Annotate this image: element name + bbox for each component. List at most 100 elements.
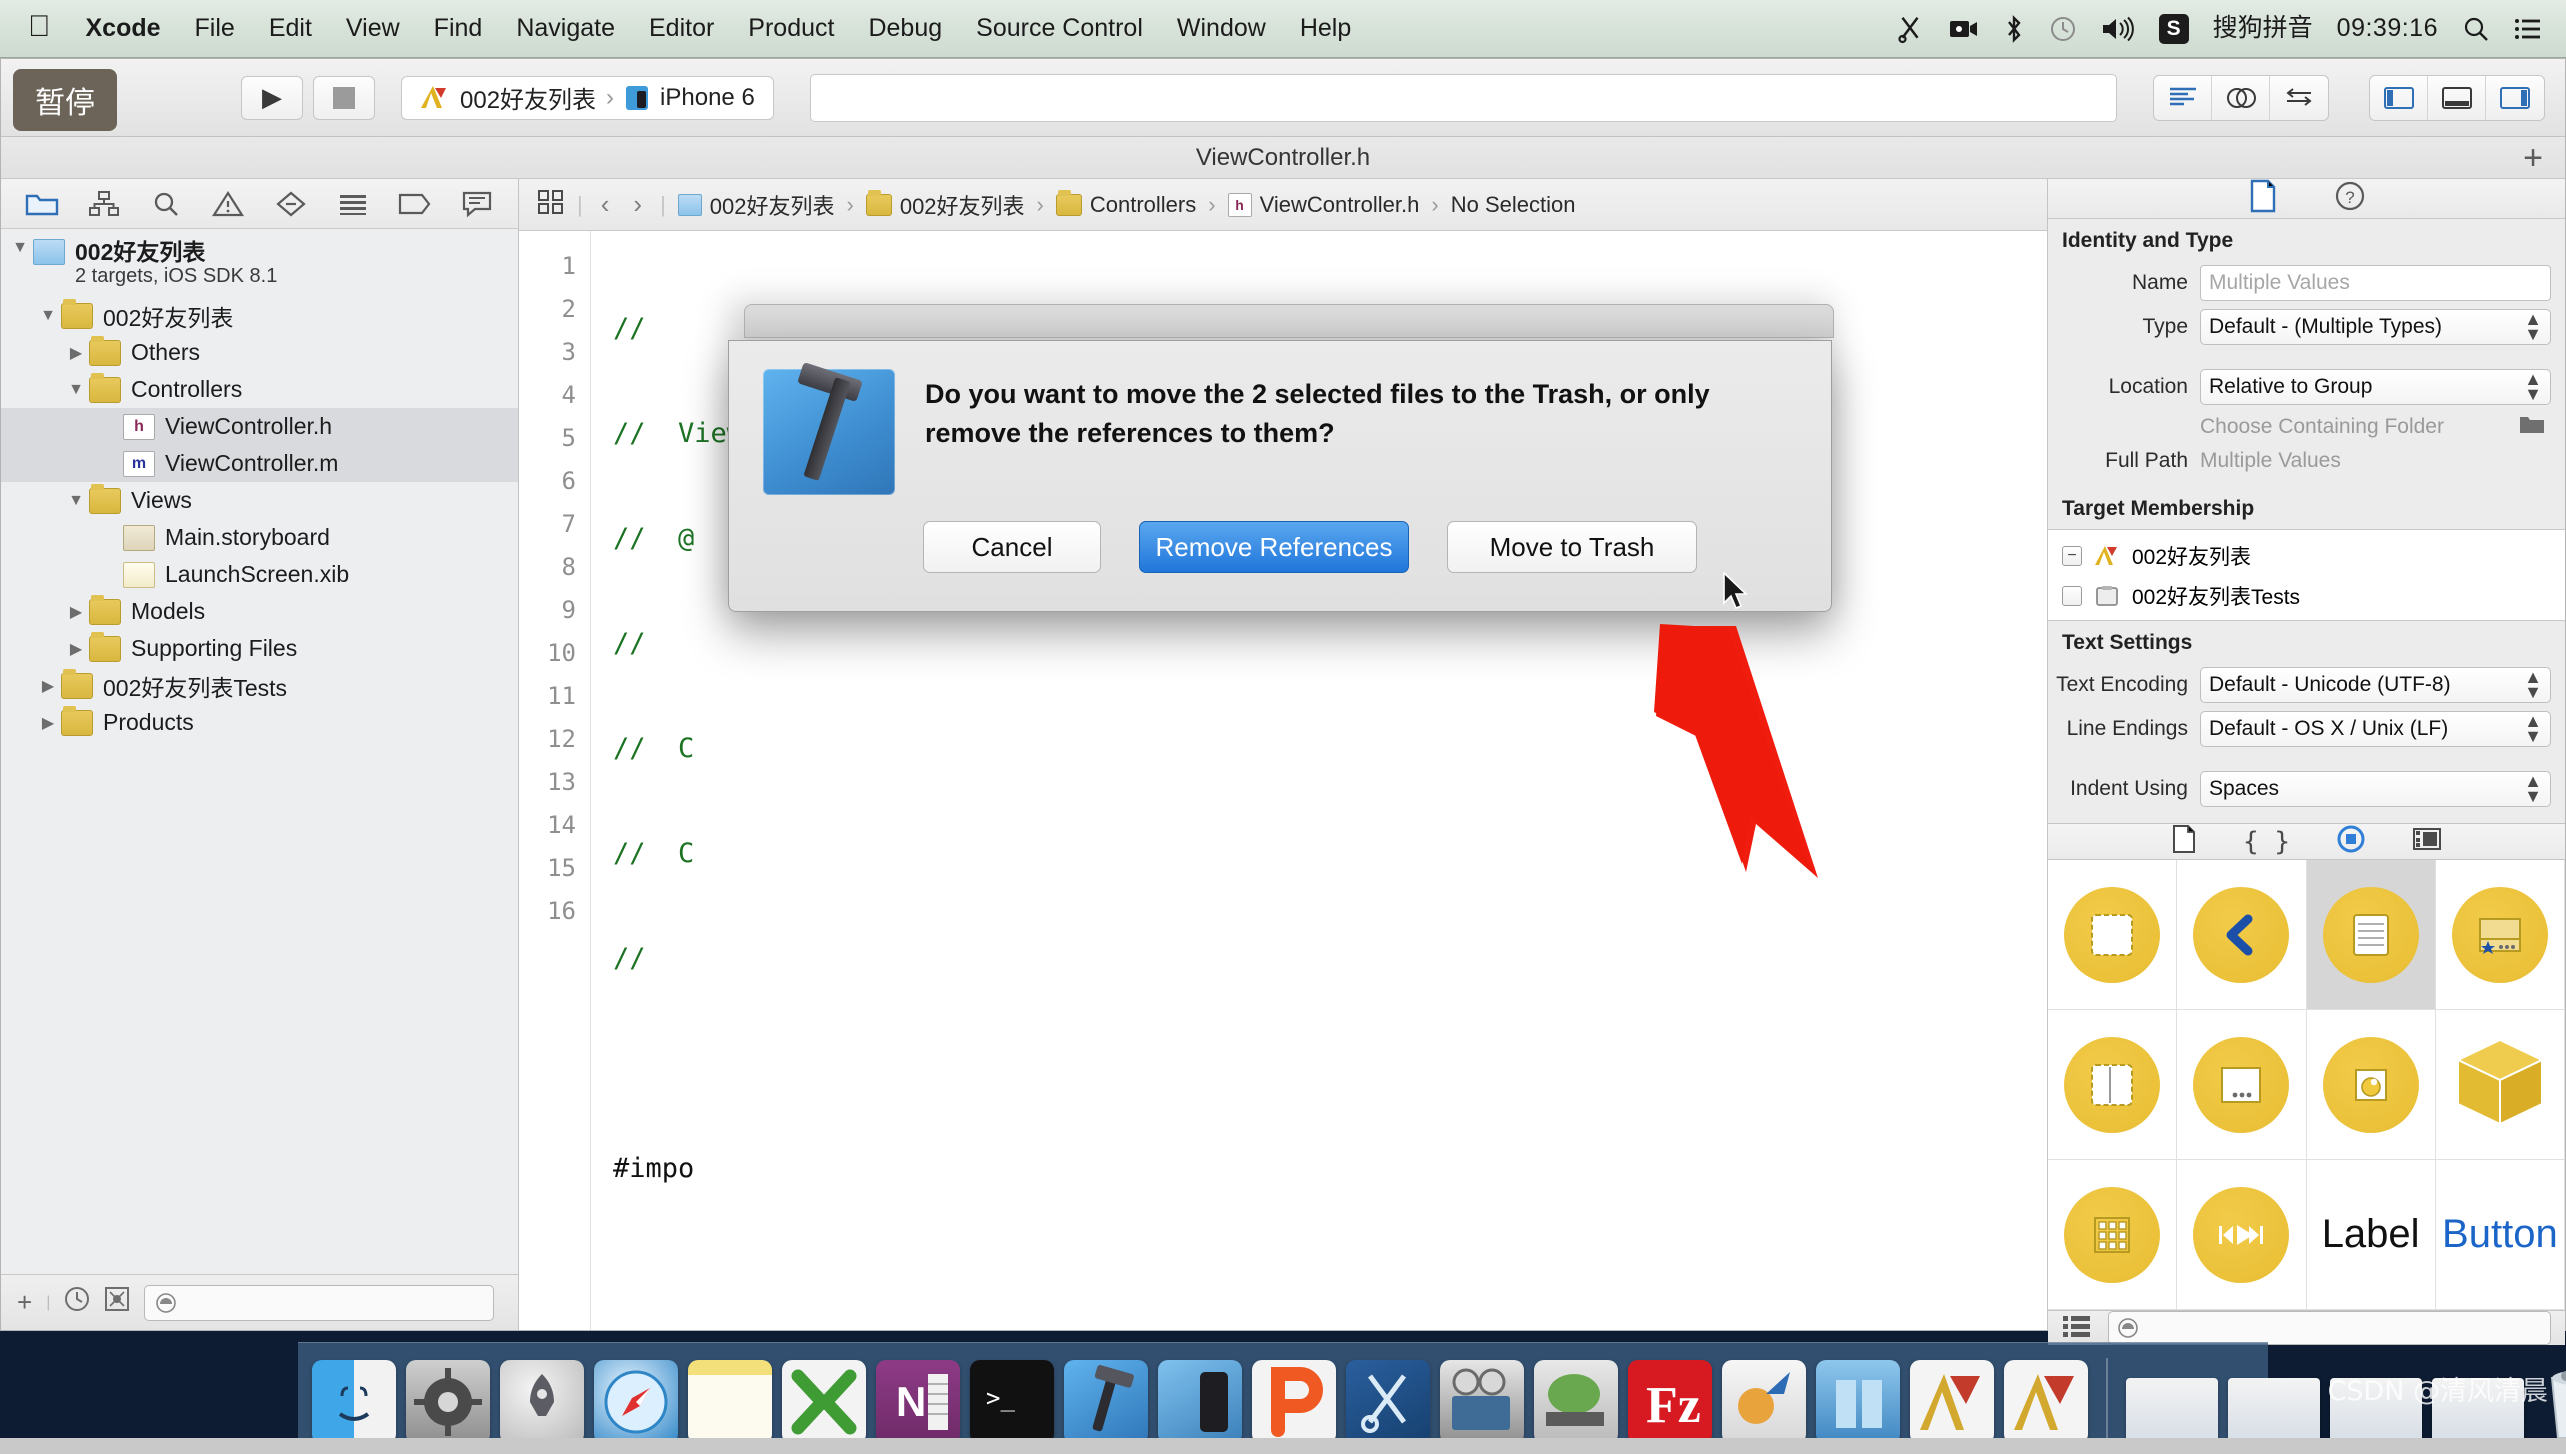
- tree-row-launchscreen-xib[interactable]: LaunchScreen.xib: [1, 556, 518, 593]
- scheme-selector[interactable]: 002好友列表 › iPhone 6: [401, 75, 774, 120]
- breadcrumb-controllers[interactable]: Controllers: [1055, 189, 1196, 218]
- toggle-utilities-icon[interactable]: [2486, 76, 2544, 120]
- scissors-icon[interactable]: [1895, 14, 1925, 44]
- object-library-icon[interactable]: [2336, 824, 2366, 859]
- dock-minimized-window-2[interactable]: [2228, 1378, 2320, 1444]
- standard-editor-icon[interactable]: [2154, 75, 2212, 120]
- library-item-table-view-cell[interactable]: [2435, 860, 2565, 1010]
- tree-row-viewcontroller-m[interactable]: m ViewController.m: [1, 445, 518, 482]
- symbol-navigator-icon[interactable]: [84, 187, 124, 221]
- find-navigator-icon[interactable]: [146, 187, 186, 221]
- disclosure-triangle-icon[interactable]: ▶: [63, 639, 89, 659]
- library-item-player[interactable]: [2177, 1160, 2307, 1310]
- dock-item-launchpad[interactable]: [500, 1360, 584, 1444]
- navigator-filter-input[interactable]: [144, 1284, 495, 1321]
- navigate-back-button[interactable]: ‹: [595, 189, 616, 220]
- menu-item-edit[interactable]: Edit: [252, 14, 329, 43]
- dock-item-notes[interactable]: [688, 1360, 772, 1444]
- input-method-label[interactable]: 搜狗拼音: [2213, 16, 2313, 41]
- stop-button[interactable]: [313, 75, 375, 120]
- add-file-button[interactable]: +: [17, 1287, 32, 1318]
- menu-item-navigate[interactable]: Navigate: [499, 14, 632, 43]
- cancel-button[interactable]: Cancel: [923, 521, 1101, 573]
- library-item-split-view[interactable]: [2048, 1010, 2178, 1160]
- related-files-icon[interactable]: [537, 189, 565, 221]
- library-search-input[interactable]: [2108, 1311, 2551, 1345]
- line-endings-select[interactable]: Default - OS X / Unix (LF) ▲ ▼: [2200, 711, 2551, 747]
- breadcrumb-file[interactable]: h ViewController.h: [1227, 192, 1419, 218]
- menu-item-view[interactable]: View: [329, 14, 417, 43]
- media-library-icon[interactable]: [2412, 826, 2442, 857]
- dock-item-xcode-beta[interactable]: [1910, 1360, 1994, 1444]
- apple-logo-icon[interactable]: : [14, 11, 69, 46]
- dock-item-safari[interactable]: [594, 1360, 678, 1444]
- volume-icon[interactable]: [2101, 16, 2135, 42]
- dock-item-ios-simulator[interactable]: [1158, 1360, 1242, 1444]
- dock-item-snipaste[interactable]: [1346, 1360, 1430, 1444]
- text-encoding-select[interactable]: Default - Unicode (UTF-8) ▲ ▼: [2200, 667, 2551, 703]
- tree-row-project[interactable]: ▼ 002好友列表 2 targets, iOS SDK 8.1: [1, 239, 518, 297]
- filter-scm-icon[interactable]: [104, 1286, 130, 1319]
- issue-navigator-icon[interactable]: [208, 187, 248, 221]
- menu-item-xcode[interactable]: Xcode: [69, 14, 178, 43]
- disclosure-triangle-icon[interactable]: ▼: [63, 381, 89, 399]
- library-item-back-button[interactable]: [2177, 860, 2307, 1010]
- disclosure-triangle-icon[interactable]: ▼: [63, 492, 89, 510]
- add-tab-button[interactable]: +: [2523, 141, 2543, 175]
- menu-item-editor[interactable]: Editor: [632, 14, 731, 43]
- library-item-view[interactable]: [2048, 860, 2178, 1010]
- dock-item-finder[interactable]: [312, 1360, 396, 1444]
- test-navigator-icon[interactable]: [271, 187, 311, 221]
- menu-item-debug[interactable]: Debug: [851, 14, 959, 43]
- library-item-image-view[interactable]: [2306, 1010, 2436, 1160]
- dock-item-imovie[interactable]: [1440, 1360, 1524, 1444]
- quick-help-icon[interactable]: ?: [2334, 180, 2366, 217]
- location-select[interactable]: Relative to Group ▲ ▼: [2200, 369, 2551, 405]
- dock-item-xcode[interactable]: [1064, 1360, 1148, 1444]
- dock-item-filezilla[interactable]: Fz: [1628, 1360, 1712, 1444]
- menu-item-product[interactable]: Product: [731, 14, 851, 43]
- tree-row-tests[interactable]: ▶ 002好友列表Tests: [1, 667, 518, 704]
- code-snippet-library-icon[interactable]: { }: [2243, 827, 2290, 857]
- input-method-badge[interactable]: S: [2158, 13, 2189, 44]
- dock-item-xmind[interactable]: [1722, 1360, 1806, 1444]
- dock-item-terminal[interactable]: >_: [970, 1360, 1054, 1444]
- file-inspector-icon[interactable]: [2248, 179, 2278, 218]
- menu-item-window[interactable]: Window: [1160, 14, 1283, 43]
- remove-references-button[interactable]: Remove References: [1139, 521, 1409, 573]
- tree-row-viewcontroller-h[interactable]: h ViewController.h: [1, 408, 518, 445]
- folder-picker-icon[interactable]: [2519, 413, 2545, 441]
- tree-row-main-storyboard[interactable]: Main.storyboard: [1, 519, 518, 556]
- menu-item-file[interactable]: File: [178, 14, 252, 43]
- target-row-app[interactable]: − 002好友列表: [2048, 536, 2565, 576]
- disclosure-triangle-icon[interactable]: ▶: [35, 676, 61, 696]
- library-item-label[interactable]: Label: [2306, 1160, 2436, 1310]
- disclosure-triangle-icon[interactable]: ▼: [35, 307, 61, 325]
- indent-using-select[interactable]: Spaces ▲ ▼: [2200, 771, 2551, 807]
- target-checkbox-mixed[interactable]: −: [2062, 546, 2082, 566]
- tree-row-supporting-files[interactable]: ▶ Supporting Files: [1, 630, 518, 667]
- tree-row-group-root[interactable]: ▼ 002好友列表: [1, 297, 518, 334]
- library-item-grid[interactable]: [2048, 1160, 2178, 1310]
- tree-row-products[interactable]: ▶ Products: [1, 704, 518, 741]
- file-template-library-icon[interactable]: [2171, 824, 2197, 859]
- dock-item-media-player[interactable]: [1534, 1360, 1618, 1444]
- run-button[interactable]: ▶: [241, 75, 303, 120]
- assistant-editor-icon[interactable]: [2212, 75, 2270, 120]
- toggle-debug-area-icon[interactable]: [2428, 75, 2486, 120]
- breadcrumb-selection[interactable]: No Selection: [1451, 192, 1576, 218]
- bluetooth-icon[interactable]: [2003, 14, 2025, 43]
- choose-containing-folder[interactable]: Choose Containing Folder: [2200, 413, 2551, 441]
- dock-item-microsoft-excel[interactable]: [782, 1360, 866, 1444]
- breadcrumb-group[interactable]: 002好友列表: [865, 189, 1025, 221]
- navigate-forward-button[interactable]: ›: [627, 189, 648, 220]
- dock-item-xcode-alt[interactable]: [2004, 1360, 2088, 1444]
- toggle-navigator-icon[interactable]: [2370, 75, 2428, 120]
- dock-item-ibooks[interactable]: [1816, 1360, 1900, 1444]
- clock-icon[interactable]: [64, 1286, 90, 1319]
- library-item-button[interactable]: Button: [2435, 1160, 2565, 1310]
- disclosure-triangle-icon[interactable]: ▶: [63, 343, 89, 363]
- dock-item-sketch[interactable]: [1252, 1360, 1336, 1444]
- library-item-collection-view[interactable]: [2177, 1010, 2307, 1160]
- report-navigator-icon[interactable]: [457, 187, 497, 221]
